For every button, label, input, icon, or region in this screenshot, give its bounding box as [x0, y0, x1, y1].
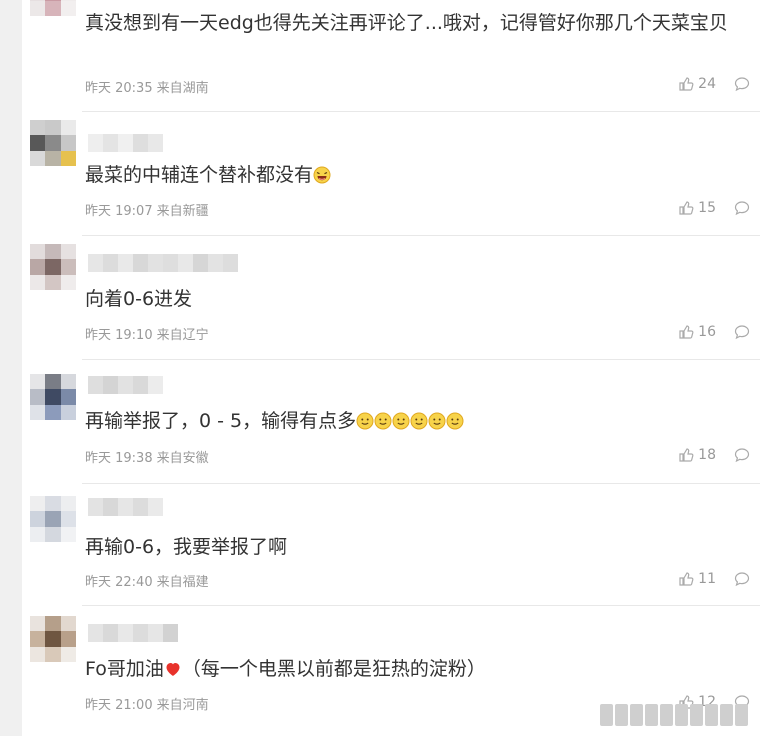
like-button[interactable]: 24	[678, 76, 716, 92]
comment-actions: 15	[678, 200, 750, 216]
comment-time: 昨天 19:07	[85, 204, 153, 219]
thumbs-up-icon	[679, 572, 694, 586]
comment-bubble-icon[interactable]	[734, 447, 750, 463]
comment-item: 最菜的中辅连个替补都没有 昨天 19:07 来自新疆 15	[22, 112, 760, 236]
emoji-row	[356, 410, 464, 432]
thumbs-up-icon	[679, 77, 694, 91]
comment-text: Fo哥加油 （每一个电黑以前都是狂热的淀粉）	[85, 658, 486, 680]
comment-item: 再输0-6，我要举报了啊 昨天 22:40 来自福建 11	[22, 484, 760, 606]
smile-face-emoji-icon	[374, 412, 392, 430]
comment-text: 再输0-6，我要举报了啊	[85, 536, 288, 558]
comment-bubble-icon[interactable]	[734, 76, 750, 92]
like-count: 24	[698, 76, 716, 92]
comment-item: 真没想到有一天edg也得先关注再评论了...哦对，记得管好你那几个天菜宝贝 昨天…	[22, 0, 760, 112]
username-blurred[interactable]	[88, 498, 163, 516]
comment-location: 来自辽宁	[156, 328, 209, 343]
thumbs-up-icon	[679, 325, 694, 339]
comment-bubble-icon[interactable]	[734, 571, 750, 587]
username-blurred[interactable]	[88, 254, 238, 272]
comment-actions: 16	[678, 324, 750, 340]
avatar[interactable]	[30, 374, 76, 420]
comment-feed: 真没想到有一天edg也得先关注再评论了...哦对，记得管好你那几个天菜宝贝 昨天…	[22, 0, 760, 736]
comment-meta: 昨天 19:10 来自辽宁	[85, 324, 209, 343]
comment-actions: 18	[678, 447, 750, 463]
comment-time: 昨天 22:40	[85, 575, 153, 590]
comment-item: 向着0-6进发 昨天 19:10 来自辽宁 16	[22, 236, 760, 360]
comment-time: 昨天 19:38	[85, 451, 153, 466]
smile-face-emoji-icon	[392, 412, 410, 430]
like-count: 15	[698, 200, 716, 216]
like-count: 16	[698, 324, 716, 340]
username-blurred[interactable]	[88, 624, 178, 642]
smile-face-emoji-icon	[356, 412, 374, 430]
smile-face-emoji-icon	[410, 412, 428, 430]
comment-text: 再输举报了，0 - 5，输得有点多	[85, 408, 744, 434]
comment-text: 向着0-6进发	[85, 288, 193, 310]
avatar[interactable]	[30, 0, 76, 16]
like-button[interactable]: 16	[678, 324, 716, 340]
like-button[interactable]: 11	[678, 571, 716, 587]
comment-time: 昨天 20:35	[85, 81, 153, 96]
avatar[interactable]	[30, 244, 76, 290]
like-button[interactable]: 15	[678, 200, 716, 216]
avatar[interactable]	[30, 120, 76, 166]
comment-location: 来自安徽	[156, 451, 209, 466]
red-heart-icon	[166, 663, 180, 676]
comment-meta: 昨天 19:07 来自新疆	[85, 200, 209, 219]
page-left-margin	[0, 0, 22, 736]
username-blurred[interactable]	[88, 376, 163, 394]
smile-face-emoji-icon	[428, 412, 446, 430]
avatar[interactable]	[30, 616, 76, 662]
comment-meta: 昨天 19:38 来自安徽	[85, 447, 209, 466]
username-blurred[interactable]	[88, 134, 163, 152]
laughing-face-emoji-icon	[313, 166, 331, 184]
watermark-blurred	[600, 694, 760, 736]
comment-text: 真没想到有一天edg也得先关注再评论了...哦对，记得管好你那几个天菜宝贝	[85, 12, 728, 34]
comment-meta: 昨天 21:00 来自河南	[85, 694, 209, 713]
comment-location: 来自福建	[156, 575, 209, 590]
comment-location: 来自湖南	[156, 81, 209, 96]
comment-time: 昨天 21:00	[85, 698, 153, 713]
comment-meta: 昨天 22:40 来自福建	[85, 571, 209, 590]
avatar[interactable]	[30, 496, 76, 542]
comment-bubble-icon[interactable]	[734, 200, 750, 216]
comment-actions: 11	[678, 571, 750, 587]
like-button[interactable]: 18	[678, 447, 716, 463]
comment-time: 昨天 19:10	[85, 328, 153, 343]
comment-bubble-icon[interactable]	[734, 324, 750, 340]
comment-location: 来自新疆	[156, 204, 209, 219]
smile-face-emoji-icon	[446, 412, 464, 430]
comment-text: 最菜的中辅连个替补都没有	[85, 162, 744, 188]
comment-actions: 24	[678, 76, 750, 92]
thumbs-up-icon	[679, 448, 694, 462]
like-count: 18	[698, 447, 716, 463]
comment-location: 来自河南	[156, 698, 209, 713]
thumbs-up-icon	[679, 201, 694, 215]
like-count: 11	[698, 571, 716, 587]
comment-meta: 昨天 20:35 来自湖南	[85, 77, 209, 96]
comment-item: 再输举报了，0 - 5，输得有点多 昨天 19:38 来自安徽 18	[22, 360, 760, 484]
